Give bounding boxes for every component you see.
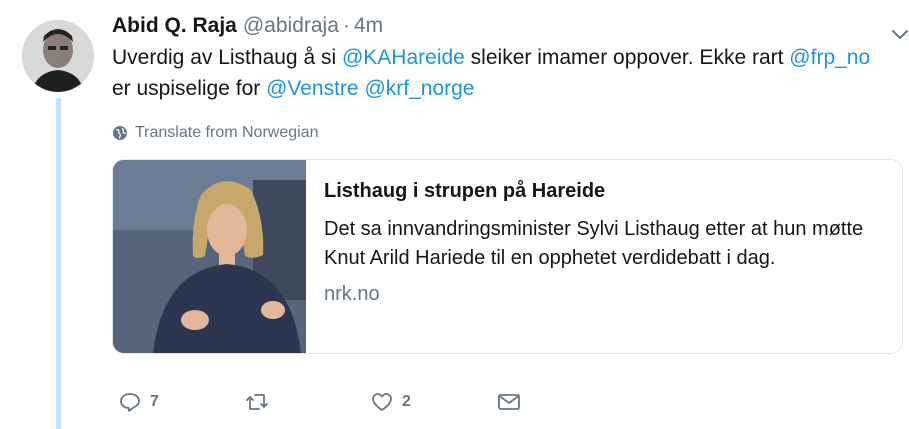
retweet-button[interactable]	[244, 390, 370, 414]
mention-link[interactable]: @KAHareide	[342, 46, 465, 69]
like-count: 2	[402, 393, 411, 410]
mention-link[interactable]: @Venstre	[266, 77, 359, 100]
card-body: Listhaug i strupen på Hareide Det sa inn…	[306, 160, 902, 353]
timestamp[interactable]: 4m	[354, 10, 383, 42]
like-button[interactable]: 2	[370, 390, 496, 414]
reply-button[interactable]: 7	[118, 390, 244, 414]
card-description: Det sa innvandringsminister Sylvi Listha…	[324, 218, 864, 269]
tweet-header: Abid Q. Raja @abidraja · 4m	[112, 10, 902, 42]
tweet[interactable]: Abid Q. Raja @abidraja · 4m Uverdig av L…	[0, 0, 909, 429]
display-name[interactable]: Abid Q. Raja	[112, 10, 237, 42]
tweet-actions: 7 2	[118, 388, 522, 416]
reply-count: 7	[150, 393, 159, 410]
tweet-text: Uverdig av Listhaug å si @KAHareide slei…	[112, 42, 892, 104]
user-handle[interactable]: @abidraja	[243, 10, 339, 42]
chevron-down-icon[interactable]	[888, 22, 909, 46]
envelope-icon	[498, 394, 520, 410]
tweet-text-part: Uverdig av Listhaug å si	[112, 46, 342, 69]
card-domain: nrk.no	[324, 283, 380, 305]
retweet-icon	[246, 394, 268, 410]
translate-link[interactable]: Translate from Norwegian	[112, 122, 902, 144]
avatar[interactable]	[22, 20, 94, 92]
card-title: Listhaug i strupen på Hareide	[324, 180, 606, 202]
mention-link[interactable]: @krf_norge	[364, 77, 474, 100]
direct-message-button[interactable]	[496, 390, 522, 414]
thread-line	[56, 98, 61, 429]
separator: ·	[342, 14, 350, 37]
heart-icon	[372, 393, 392, 411]
mention-link[interactable]: @frp_no	[789, 46, 870, 69]
tweet-text-part: sleiker imamer oppover. Ekke rart	[464, 46, 790, 69]
card-image	[113, 160, 306, 353]
tweet-text-part: er uspiselige for	[112, 77, 267, 100]
translate-label: Translate from Norwegian	[135, 124, 319, 141]
globe-icon	[113, 126, 127, 140]
tweet-content: Abid Q. Raja @abidraja · 4m Uverdig av L…	[112, 10, 908, 354]
reply-icon	[120, 393, 140, 412]
link-card[interactable]: Listhaug i strupen på Hareide Det sa inn…	[112, 159, 903, 354]
avatar-image	[22, 20, 94, 92]
